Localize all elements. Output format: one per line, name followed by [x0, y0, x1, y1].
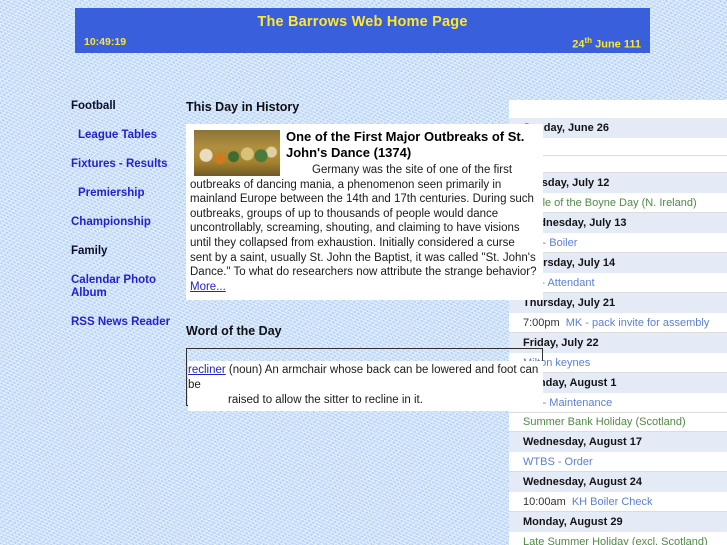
word-of-the-day-section-title: Word of the Day [186, 324, 282, 339]
date-month-year: June 111 [592, 38, 641, 51]
calendar-top-spacer [509, 100, 727, 118]
sidebar-item-fixtures-results[interactable]: Fixtures - Results [60, 158, 180, 171]
calendar-event-row[interactable]: Summer Bank Holiday (Scotland) [509, 413, 727, 432]
clock-display: 10:49:19 [84, 36, 127, 48]
sidebar-item-championship[interactable]: Championship [60, 216, 180, 229]
calendar-day-header: Wednesday, August 17 [509, 432, 727, 453]
calendar-event-time: 10:00am [523, 496, 566, 508]
sidebar-item-family: Family [71, 245, 108, 257]
calendar-day-header: Wednesday, August 24 [509, 472, 727, 493]
calendar-event-title[interactable]: WTBS - Order [523, 456, 593, 468]
sidebar-item-calendar-photo-album[interactable]: Calendar Photo Album [60, 274, 180, 300]
page-title: The Barrows Web Home Page [257, 14, 468, 30]
history-thumbnail-image [194, 130, 280, 176]
calendar-event-title[interactable]: Summer Bank Holiday (Scotland) [523, 416, 686, 428]
calendar-event-row[interactable]: Late Summer Holiday (excl. Scotland) [509, 533, 727, 545]
history-more-link[interactable]: More... [190, 281, 226, 293]
sidebar-item-league-tables[interactable]: League Tables [60, 129, 180, 142]
calendar-event-title[interactable]: Battle of the Boyne Day (N. Ireland) [523, 197, 697, 209]
sidebar-item-rss-news-reader[interactable]: RSS News Reader [60, 316, 180, 329]
date-ordinal: th [584, 36, 593, 45]
calendar-event-title[interactable]: KH Boiler Check [572, 496, 653, 508]
word-of-the-day-definition-line-1: (noun) An armchair whose back can be low… [188, 364, 539, 392]
sidebar-navigation: Football League Tables Fixtures - Results P… [60, 100, 180, 345]
calendar-day-header: Monday, August 29 [509, 512, 727, 533]
site-banner: The Barrows Web Home Page 10:49:19 24th … [75, 8, 650, 53]
calendar-event-row[interactable]: 10:00am KH Boiler Check [509, 493, 727, 512]
word-of-the-day-definition-line-2: raised to allow the sitter to recline in… [228, 394, 423, 407]
date-display: 24th June 111 [572, 36, 641, 51]
history-headline: One of the First Major Outbreaks of St. … [286, 129, 525, 160]
history-body-paragraph: Germany was the site of one of the first… [190, 164, 537, 279]
history-body-text: Germany was the site of one of the first… [188, 161, 541, 296]
calendar-event-title[interactable]: Late Summer Holiday (excl. Scotland) [523, 536, 708, 545]
sidebar-item-football: Football [71, 100, 116, 112]
calendar-event-row[interactable]: WTBS - Order [509, 453, 727, 472]
date-day: 24 [572, 38, 585, 51]
sidebar-item-premiership[interactable]: Premiership [60, 187, 180, 200]
calendar-event-title[interactable]: MK - pack invite for assembly [566, 317, 710, 329]
word-of-the-day-card: recliner (noun) An armchair whose back c… [186, 348, 543, 412]
calendar-event-row[interactable]: 7:00pm MK - pack invite for assembly [509, 314, 727, 333]
calendar-event-time: 7:00pm [523, 317, 560, 329]
word-of-the-day-content: recliner (noun) An armchair whose back c… [188, 361, 543, 412]
this-day-in-history-card: One of the First Major Outbreaks of St. … [186, 124, 543, 301]
history-section-title: This Day in History [186, 100, 300, 114]
word-of-the-day-word-link[interactable]: recliner [188, 364, 226, 376]
main-content: This Day in History One of the First Maj… [186, 100, 543, 412]
